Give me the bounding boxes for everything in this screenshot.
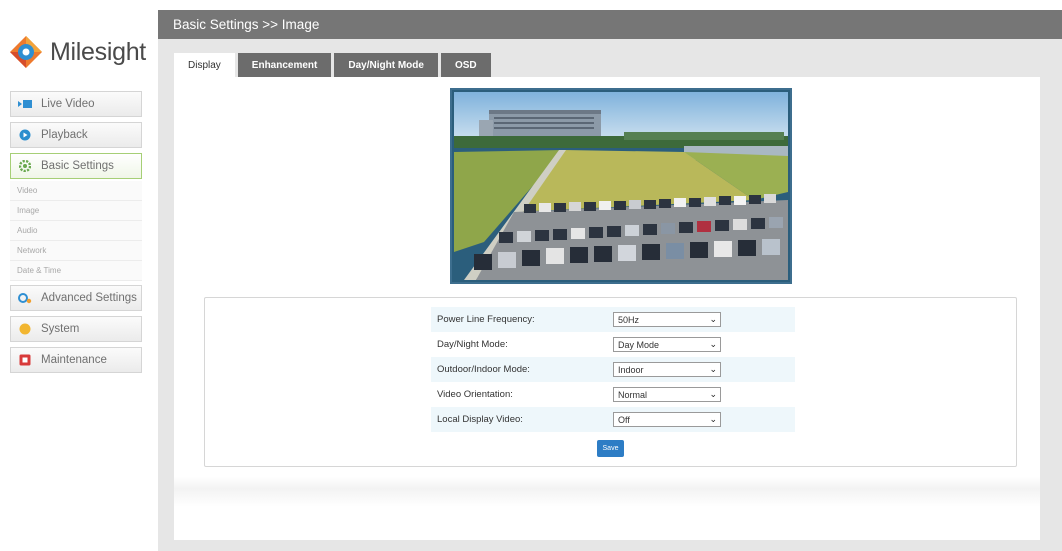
basic-settings-icon — [18, 159, 32, 173]
tab-bar: Display Enhancement Day/Night Mode OSD — [174, 53, 494, 77]
submenu-item-video[interactable]: Video — [10, 181, 142, 201]
power-line-frequency-label: Power Line Frequency: — [437, 314, 535, 325]
sidebar-item-label: Maintenance — [41, 354, 107, 366]
sidebar-item-label: Live Video — [41, 98, 95, 110]
sidebar-item-advanced-settings[interactable]: Advanced Settings — [10, 285, 142, 311]
tab-display[interactable]: Display — [174, 53, 235, 77]
power-line-frequency-row: Power Line Frequency: 50Hz ⌄ — [431, 307, 795, 332]
select-value: Off — [618, 414, 630, 425]
submenu-item-audio[interactable]: Audio — [10, 221, 142, 241]
video-orientation-label: Video Orientation: — [437, 389, 513, 400]
basic-settings-submenu: Video Image Audio Network Date & Time — [10, 181, 142, 281]
tab-enhancement[interactable]: Enhancement — [237, 53, 332, 77]
tab-osd[interactable]: OSD — [440, 53, 491, 77]
sidebar-item-label: Basic Settings — [41, 160, 114, 172]
milesight-logo-icon — [10, 36, 42, 68]
tab-day-night-mode[interactable]: Day/Night Mode — [334, 53, 438, 77]
day-night-mode-select[interactable]: Day Mode ⌄ — [613, 337, 721, 352]
local-display-video-row: Local Display Video: Off ⌄ — [431, 407, 795, 432]
sidebar-item-label: System — [41, 323, 80, 335]
outdoor-indoor-mode-row: Outdoor/Indoor Mode: Indoor ⌄ — [431, 357, 795, 382]
select-value: Day Mode — [618, 339, 660, 350]
chevron-down-icon: ⌄ — [709, 389, 717, 399]
submenu-item-network[interactable]: Network — [10, 241, 142, 261]
sidebar-item-live-video[interactable]: Live Video — [10, 91, 142, 117]
local-display-video-label: Local Display Video: — [437, 414, 523, 425]
maintenance-icon — [18, 353, 32, 367]
display-settings-form: Power Line Frequency: 50Hz ⌄ Day/Night M… — [204, 297, 1017, 467]
playback-icon — [18, 128, 32, 142]
outdoor-indoor-mode-label: Outdoor/Indoor Mode: — [437, 364, 530, 375]
power-line-frequency-select[interactable]: 50Hz ⌄ — [613, 312, 721, 327]
display-panel: Power Line Frequency: 50Hz ⌄ Day/Night M… — [174, 77, 1040, 540]
outdoor-indoor-mode-select[interactable]: Indoor ⌄ — [613, 362, 721, 377]
sidebar-item-label: Playback — [41, 129, 88, 141]
system-icon — [18, 322, 32, 336]
chevron-down-icon: ⌄ — [709, 314, 717, 324]
main-content: Basic Settings >> Image Display Enhancem… — [158, 10, 1062, 551]
sidebar-item-system[interactable]: System — [10, 316, 142, 342]
sidebar-item-playback[interactable]: Playback — [10, 122, 142, 148]
local-display-video-select[interactable]: Off ⌄ — [613, 412, 721, 427]
video-orientation-select[interactable]: Normal ⌄ — [613, 387, 721, 402]
breadcrumb: Basic Settings >> Image — [158, 10, 1062, 39]
submenu-item-image[interactable]: Image — [10, 201, 142, 221]
select-value: Normal — [618, 389, 648, 400]
sidebar-menu: Live Video Playback Basic Settings Video… — [10, 91, 142, 378]
advanced-settings-icon — [18, 291, 32, 305]
sidebar-item-basic-settings[interactable]: Basic Settings — [10, 153, 142, 179]
day-night-mode-label: Day/Night Mode: — [437, 339, 508, 350]
video-orientation-row: Video Orientation: Normal ⌄ — [431, 382, 795, 407]
sidebar-item-maintenance[interactable]: Maintenance — [10, 347, 142, 373]
brand-logo: Milesight — [8, 30, 153, 74]
select-value: 50Hz — [618, 314, 640, 325]
video-preview[interactable] — [450, 88, 792, 284]
chevron-down-icon: ⌄ — [709, 339, 717, 349]
submenu-item-date-time[interactable]: Date & Time — [10, 261, 142, 281]
sidebar-item-label: Advanced Settings — [41, 292, 137, 304]
breadcrumb-text: Basic Settings >> Image — [173, 17, 320, 32]
chevron-down-icon: ⌄ — [709, 364, 717, 374]
save-button[interactable]: Save — [597, 440, 624, 457]
camera-image — [454, 92, 788, 280]
brand-name: Milesight — [50, 37, 146, 66]
live-video-icon — [18, 97, 32, 111]
select-value: Indoor — [618, 364, 644, 375]
day-night-mode-row: Day/Night Mode: Day Mode ⌄ — [431, 332, 795, 357]
chevron-down-icon: ⌄ — [709, 414, 717, 424]
panel-footer — [174, 477, 1040, 507]
